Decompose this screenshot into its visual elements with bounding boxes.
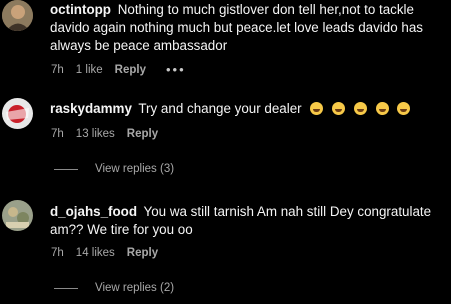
face-with-tears-of-joy-icon: [397, 102, 411, 115]
view-replies-divider: [54, 287, 78, 289]
face-with-tears-of-joy-icon: [332, 102, 346, 115]
comment-time: 7h: [51, 63, 64, 76]
comment-likes[interactable]: 13 likes: [76, 128, 115, 140]
avatar[interactable]: [2, 98, 33, 129]
comment-username[interactable]: octintopp: [50, 2, 111, 17]
comment-time: 7h: [51, 247, 64, 259]
comment-time: 7h: [51, 128, 64, 140]
view-replies-label[interactable]: View replies (2): [95, 282, 174, 294]
comment-body: raskydammy Try and change your dealer: [50, 100, 445, 118]
avatar[interactable]: [2, 0, 33, 31]
comment-meta: 7h 14 likes Reply: [51, 247, 170, 259]
comment-username[interactable]: d_ojahs_food: [50, 204, 137, 219]
avatar[interactable]: [2, 200, 33, 231]
comment-body: octintopp Nothing to much gistlover don …: [50, 1, 445, 55]
face-with-tears-of-joy-icon: [353, 102, 367, 115]
comment-body: d_ojahs_food You wa still tarnish Am nah…: [50, 203, 445, 239]
reply-button[interactable]: Reply: [127, 128, 158, 140]
view-replies-button[interactable]: View replies (2): [54, 282, 174, 294]
view-replies-button[interactable]: View replies (3): [54, 163, 174, 175]
comment-text: Try and change your dealer: [138, 101, 302, 116]
more-options-icon[interactable]: •••: [166, 62, 186, 77]
avatar-image: [2, 200, 33, 231]
comment-meta: 7h 1 like Reply •••: [51, 62, 198, 77]
view-replies-divider: [54, 168, 78, 170]
comment-likes[interactable]: 14 likes: [76, 247, 115, 259]
face-with-tears-of-joy-icon: [310, 102, 324, 115]
reply-button[interactable]: Reply: [115, 64, 146, 76]
face-with-tears-of-joy-icon: [375, 102, 389, 115]
reply-button[interactable]: Reply: [127, 247, 158, 259]
comment-meta: 7h 13 likes Reply: [51, 128, 170, 140]
avatar-image: [2, 98, 33, 129]
avatar-image: [2, 0, 33, 31]
view-replies-label[interactable]: View replies (3): [95, 163, 174, 175]
comment-likes[interactable]: 1 like: [76, 64, 103, 76]
comment-username[interactable]: raskydammy: [50, 101, 132, 116]
